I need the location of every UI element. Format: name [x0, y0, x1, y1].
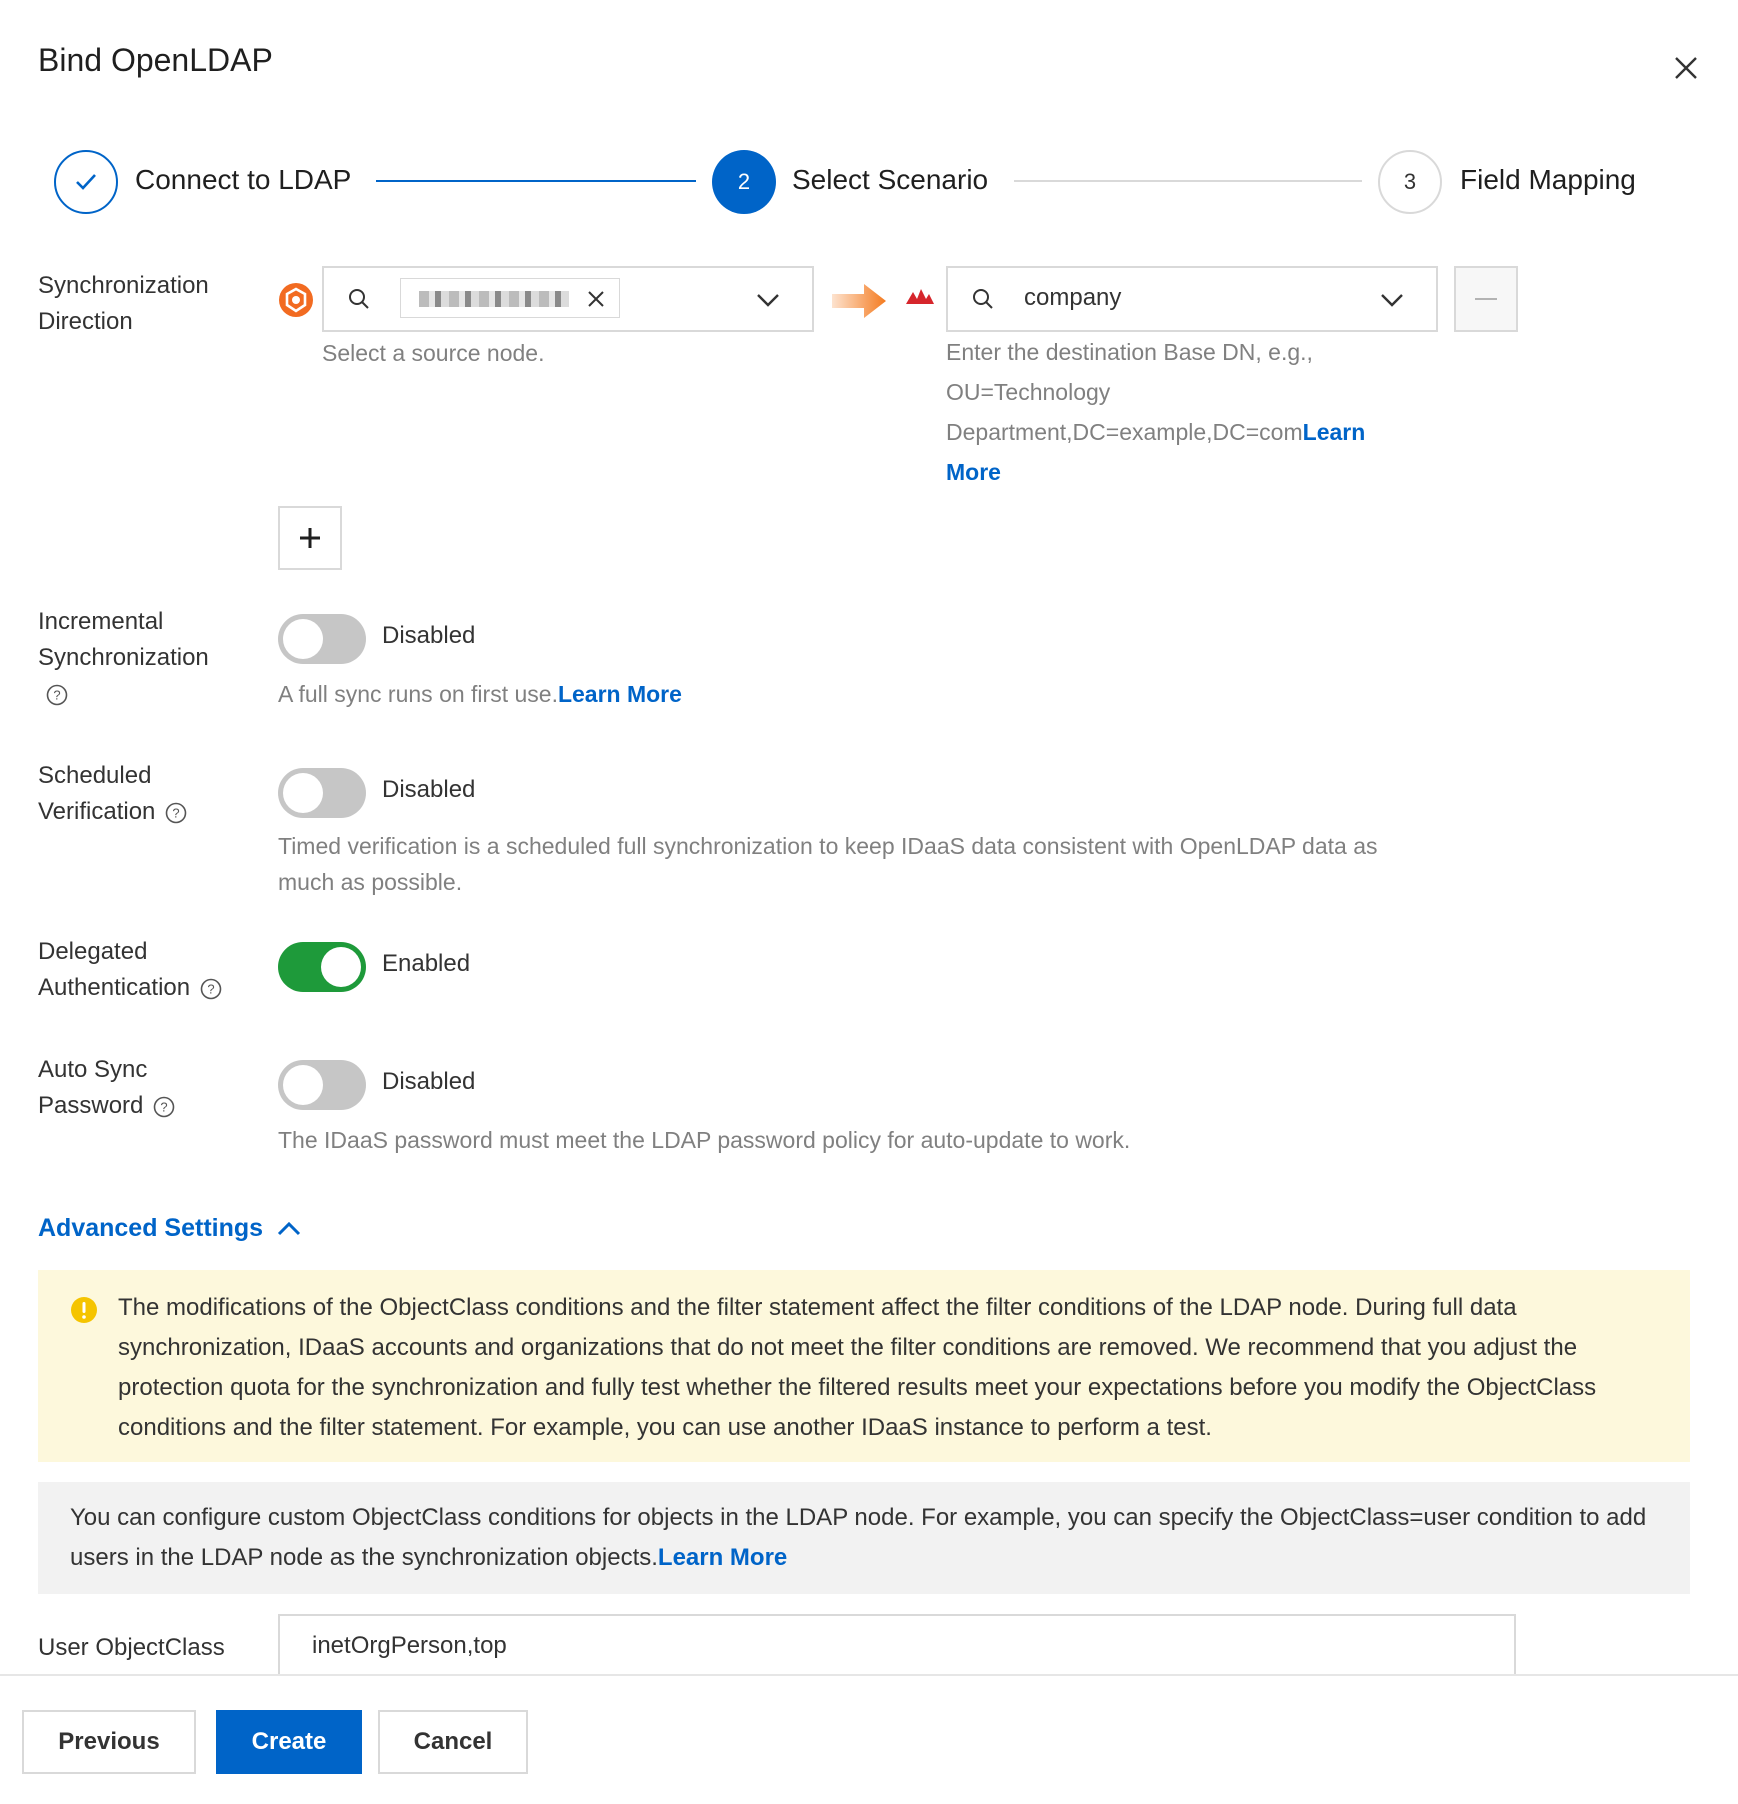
user-objectclass-input[interactable]: inetOrgPerson,top [278, 1614, 1516, 1680]
step-connector-2 [1014, 180, 1362, 182]
auto-sync-password-label: Auto Sync Password? [38, 1052, 175, 1124]
minus-icon [1475, 298, 1497, 300]
plus-icon [300, 528, 320, 548]
destination-base-dn-select[interactable]: company [946, 266, 1438, 332]
create-button[interactable]: Create [216, 1710, 362, 1774]
step-1-label: Connect to LDAP [135, 164, 352, 195]
info-learn-more-link[interactable]: Learn More [658, 1544, 787, 1571]
svg-text:?: ? [161, 1099, 168, 1114]
dialog-title: Bind OpenLDAP [38, 42, 273, 78]
chevron-up-icon [277, 1222, 301, 1236]
source-node-select[interactable] [322, 266, 814, 332]
svg-text:?: ? [173, 805, 180, 820]
sync-direction-label: Synchronization Direction [38, 272, 209, 335]
cancel-button[interactable]: Cancel [378, 1710, 528, 1774]
previous-button[interactable]: Previous [22, 1710, 196, 1774]
incremental-sync-state: Disabled [382, 622, 476, 649]
step-2-number: 2 [712, 150, 776, 214]
svg-text:?: ? [53, 687, 60, 702]
dialog-footer: Previous Create Cancel [0, 1674, 1738, 1804]
source-node-tag[interactable] [400, 278, 620, 318]
help-icon[interactable]: ? [153, 1096, 175, 1118]
user-objectclass-label: User ObjectClass [38, 1634, 225, 1661]
destination-value: company [1024, 284, 1122, 311]
source-node-hint: Select a source node. [322, 340, 545, 366]
step-2-label: Select Scenario [792, 164, 989, 195]
help-icon[interactable]: ? [165, 802, 187, 824]
info-text: You can configure custom ObjectClass con… [70, 1504, 1647, 1571]
help-icon[interactable]: ? [46, 684, 68, 706]
auto-sync-password-state: Disabled [382, 1068, 476, 1095]
search-icon [970, 286, 996, 317]
idaas-logo-icon [278, 282, 314, 318]
destination-learn-more-link-cont[interactable]: More [946, 459, 1001, 485]
destination-hint: Enter the destination Base DN, e.g., OU=… [946, 339, 1366, 485]
svg-text:?: ? [207, 981, 214, 996]
scheduled-verification-toggle[interactable] [278, 768, 366, 818]
chevron-down-icon[interactable] [1378, 286, 1406, 319]
step-connector-1 [376, 180, 696, 182]
destination-learn-more-link[interactable]: Learn [1303, 419, 1366, 445]
info-banner: You can configure custom ObjectClass con… [38, 1482, 1690, 1594]
incremental-sync-label: Incremental Synchronization ? [38, 604, 209, 712]
auto-sync-password-hint: The IDaaS password must meet the LDAP pa… [278, 1127, 1131, 1153]
auto-sync-password-toggle[interactable] [278, 1060, 366, 1110]
step-1-check-icon [54, 150, 118, 214]
redacted-tag-text [419, 291, 569, 307]
incremental-sync-learn-more-link[interactable]: Learn More [558, 681, 682, 707]
scheduled-verification-label: Scheduled Verification? [38, 758, 187, 830]
scheduled-verification-state: Disabled [382, 776, 476, 803]
add-row-button[interactable] [278, 506, 342, 570]
warning-banner: The modifications of the ObjectClass con… [38, 1270, 1690, 1462]
delegated-auth-toggle[interactable] [278, 942, 366, 992]
openldap-logo-icon [904, 286, 936, 311]
help-icon[interactable]: ? [200, 978, 222, 1000]
warning-text: The modifications of the ObjectClass con… [118, 1294, 1597, 1441]
advanced-settings-toggle[interactable]: Advanced Settings [38, 1214, 302, 1243]
tag-close-icon[interactable] [585, 288, 607, 315]
search-icon [346, 286, 372, 317]
delegated-auth-label: Delegated Authentication? [38, 934, 222, 1006]
incremental-sync-hint: A full sync runs on first use.Learn More [278, 681, 682, 707]
bind-openldap-dialog: Bind OpenLDAP Connect to LDAP 2 Select S… [0, 0, 1738, 1804]
incremental-sync-toggle[interactable] [278, 614, 366, 664]
arrow-right-icon [832, 282, 888, 325]
step-3-label: Field Mapping [1460, 164, 1636, 195]
remove-row-button[interactable] [1454, 266, 1518, 332]
scheduled-verification-hint: Timed verification is a scheduled full s… [278, 833, 1378, 895]
close-icon[interactable] [1666, 48, 1706, 88]
warning-icon [70, 1296, 98, 1329]
chevron-down-icon[interactable] [754, 286, 782, 319]
delegated-auth-state: Enabled [382, 950, 471, 977]
step-3-number: 3 [1378, 150, 1442, 214]
